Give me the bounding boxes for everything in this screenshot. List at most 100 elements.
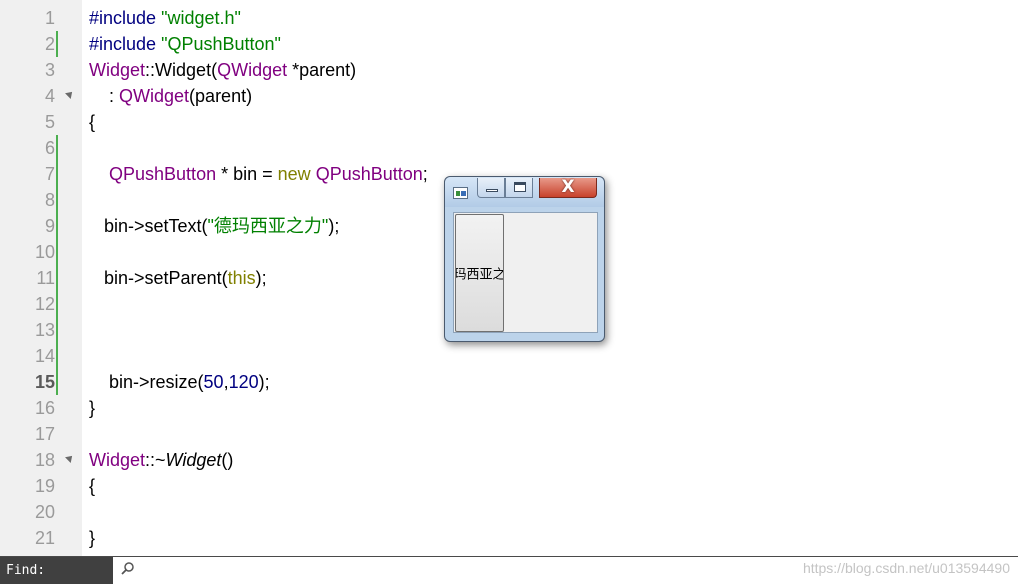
code-text: bin->setText("德玛西亚之力"); [89,213,339,239]
code-line[interactable]: 16} [0,395,1018,421]
line-number: 15 [34,372,55,392]
code-text: #include "widget.h" [89,5,241,31]
line-number: 13 [34,320,55,340]
code-token: this [227,268,256,288]
code-token: { [89,112,96,132]
code-token: *parent) [287,60,357,80]
code-token: ::~ [145,450,166,470]
code-token: 120 [228,372,259,392]
code-line[interactable]: 6 [0,135,1018,161]
code-token: ); [255,268,267,288]
code-token: new [277,164,311,184]
code-text: { [89,473,95,499]
code-line[interactable]: 14 [0,343,1018,369]
code-token: } [89,398,96,418]
code-line[interactable]: 17 [0,421,1018,447]
code-token: ; [422,164,428,184]
line-number: 8 [44,190,55,210]
change-marker [56,291,58,317]
fold-arrow-icon[interactable] [65,453,75,463]
line-number: 18 [34,450,55,470]
line-number: 1 [44,8,55,28]
code-token: "QPushButton" [161,34,281,54]
minimize-icon [486,189,498,192]
code-token: { [89,476,96,496]
code-line[interactable]: 20 [0,499,1018,525]
app-window-icon[interactable] [453,187,468,199]
code-token: * bin = [216,164,278,184]
code-token: Widget [155,60,212,80]
watermark: https://blog.csdn.net/u013594490 [802,560,1010,576]
code-token: #include [89,34,162,54]
code-line[interactable]: 3 Widget::Widget(QWidget *parent) [0,57,1018,83]
code-token: (parent) [189,86,253,106]
code-token: bin->setText( [89,216,208,236]
find-bar: Find: https://blog.csdn.net/u013594490 [0,556,1018,584]
close-button[interactable]: X [539,178,597,198]
code-token: Widget [89,450,146,470]
code-line[interactable]: 15 bin->resize(50,120); [0,369,1018,395]
code-line[interactable]: 2 #include "QPushButton" [0,31,1018,57]
code-line[interactable]: 19 { [0,473,1018,499]
maximize-button[interactable] [505,178,533,198]
qpushbutton-label: 玛西亚之 [455,267,504,283]
line-number: 6 [44,138,55,158]
fold-arrow-icon[interactable] [65,89,75,99]
qpushbutton[interactable]: 玛西亚之 [455,214,504,332]
line-number: 4 [44,86,55,106]
code-token: ); [328,216,340,236]
code-text: QPushButton * bin = new QPushButton; [89,161,428,187]
minimize-button[interactable] [477,178,505,198]
line-number: 16 [34,398,55,418]
line-number: 19 [34,476,55,496]
change-marker [56,369,58,395]
maximize-icon [514,182,526,192]
change-marker [56,343,58,369]
code-line[interactable]: 4 : QWidget(parent) [0,83,1018,109]
code-line[interactable]: 18 Widget::~Widget() [0,447,1018,473]
code-line[interactable]: 5{ [0,109,1018,135]
app-window-client-area: 玛西亚之 [453,212,598,333]
code-text: { [89,109,95,135]
search-icon[interactable] [120,561,136,577]
code-token: QPushButton [109,164,217,184]
code-line[interactable]: 1 #include "widget.h" [0,5,1018,31]
line-number: 11 [36,268,55,288]
ide-screen: 1 #include "widget.h" 2 #include "QPushButt… [0,0,1018,584]
code-text: } [89,525,95,551]
change-marker [56,161,58,187]
code-text: Widget::~Widget() [89,447,233,473]
change-marker [56,135,58,161]
code-token: ); [258,372,270,392]
code-token: 50 [203,372,224,392]
app-window-titlebar[interactable]: X [445,177,604,207]
code-token: bin->resize( [89,372,204,392]
line-number: 5 [44,112,55,132]
code-token: QPushButton [315,164,423,184]
code-token: Widget [89,60,146,80]
change-marker [56,317,58,343]
line-number: 2 [44,34,55,54]
code-token: #include [89,8,162,28]
line-number: 7 [44,164,55,184]
change-marker [56,239,58,265]
line-number: 12 [34,294,55,314]
code-text: : QWidget(parent) [89,83,252,109]
code-token: Widget [165,450,222,470]
code-token: QWidget [119,86,190,106]
code-token: QWidget [217,60,288,80]
change-marker [56,265,58,291]
line-number: 20 [34,502,55,522]
code-token: } [89,528,96,548]
code-text: Widget::Widget(QWidget *parent) [89,57,356,83]
line-number: 14 [34,346,55,366]
code-token: "widget.h" [161,8,241,28]
code-line[interactable]: 21} [0,525,1018,551]
app-window[interactable]: X 玛西亚之 [444,176,605,342]
code-text: bin->setParent(this); [89,265,267,291]
close-icon: X [561,177,575,197]
change-marker [56,213,58,239]
code-text: bin->resize(50,120); [89,369,270,395]
line-number: 9 [44,216,55,236]
